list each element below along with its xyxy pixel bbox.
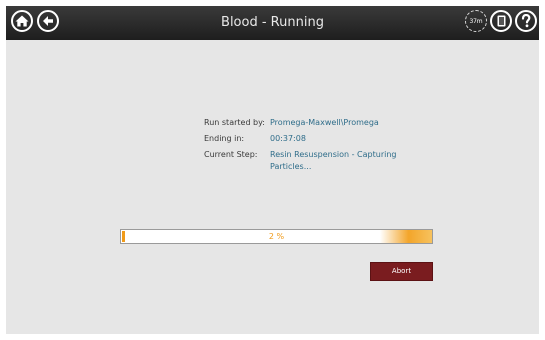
- run-started-by-value: Promega-Maxwell\Promega: [270, 118, 379, 127]
- header-bar: Blood - Running 37m: [6, 6, 539, 40]
- ending-in-label: Ending in:: [204, 134, 245, 143]
- help-icon: [521, 14, 531, 28]
- home-button[interactable]: [11, 10, 33, 32]
- progress-percent: 2 %: [268, 232, 285, 241]
- run-started-by-label: Run started by:: [204, 118, 265, 127]
- door-button[interactable]: [490, 10, 512, 32]
- progress-bar: 2 %: [120, 229, 433, 244]
- current-step-label: Current Step:: [204, 150, 258, 159]
- help-button[interactable]: [515, 10, 537, 32]
- timer-label: 37m: [469, 17, 483, 25]
- app-screen: Blood - Running 37m Run started by: Prom…: [6, 6, 539, 334]
- back-arrow-icon: [43, 16, 53, 26]
- abort-button[interactable]: Abort: [370, 262, 433, 281]
- back-button[interactable]: [37, 10, 59, 32]
- home-icon: [15, 15, 29, 27]
- timer-button[interactable]: 37m: [465, 10, 487, 32]
- page-title: Blood - Running: [221, 15, 324, 30]
- current-step-value-line2: Particles...: [270, 162, 312, 171]
- door-icon: [497, 15, 505, 27]
- ending-in-value: 00:37:08: [270, 134, 306, 143]
